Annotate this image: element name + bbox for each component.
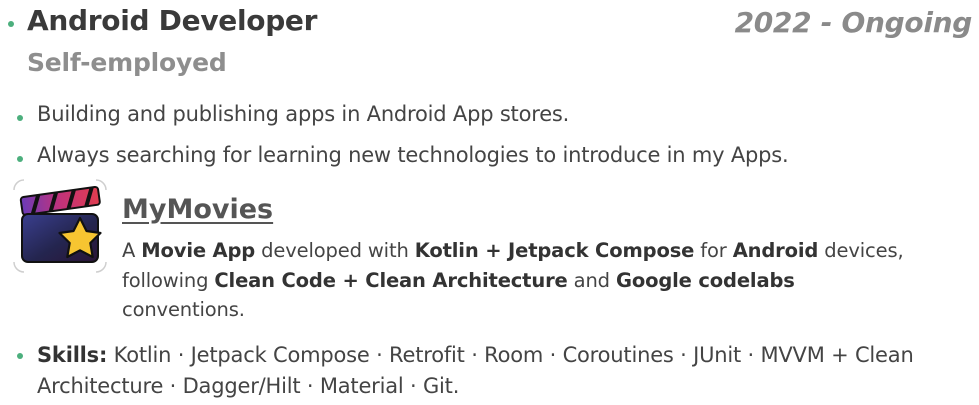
skills-label: Skills: xyxy=(37,343,108,367)
highlight-item: Building and publishing apps in Android … xyxy=(37,102,570,126)
bullet-dot xyxy=(8,21,14,27)
project-description: A Movie App developed with Kotlin + Jetp… xyxy=(122,239,904,321)
skills-list: Kotlin · Jetpack Compose · Retrofit · Ro… xyxy=(37,343,914,398)
bullet-dot xyxy=(17,115,23,121)
bullet-dot xyxy=(17,156,23,162)
project-link-mymovies[interactable]: MyMovies xyxy=(122,194,273,225)
movie-star-app-icon[interactable] xyxy=(12,178,108,274)
skills-line: Skills: Kotlin · Jetpack Compose · Retro… xyxy=(37,340,977,402)
company-name: Self-employed xyxy=(27,48,227,77)
highlight-item: Always searching for learning new techno… xyxy=(37,143,789,167)
job-title: Android Developer xyxy=(27,4,318,37)
bullet-dot xyxy=(17,353,23,359)
job-period: 2022 - Ongoing xyxy=(734,6,973,39)
